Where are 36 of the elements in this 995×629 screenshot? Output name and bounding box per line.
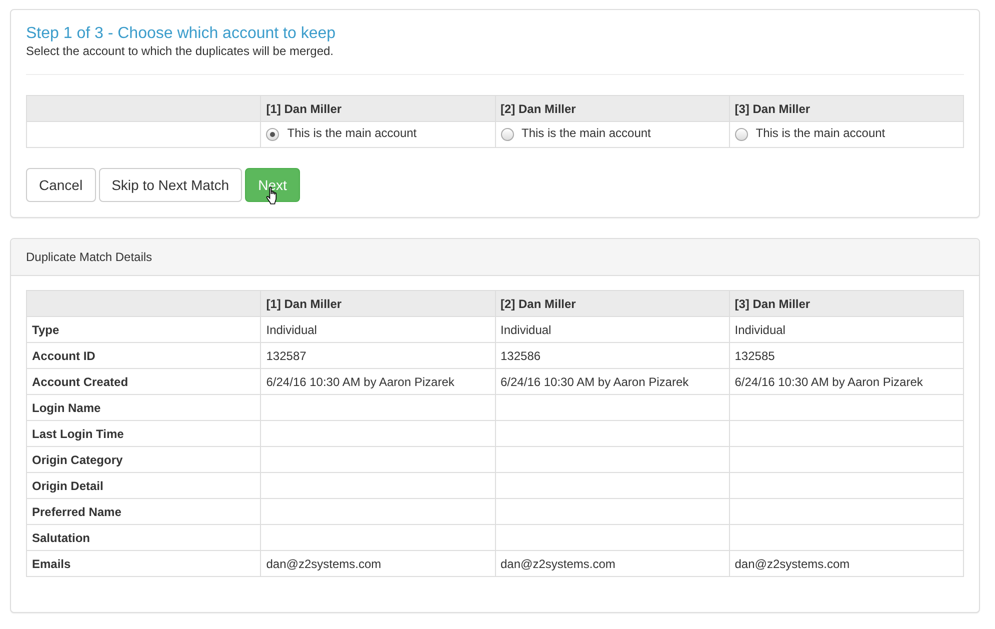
table-cell: 6/24/16 10:30 AM by Aaron Pizarek [729,368,964,394]
radio-button[interactable] [500,128,514,141]
table-cell: dan@z2systems.com [495,550,730,576]
row-label: Origin Detail [26,472,261,498]
radio-button[interactable] [266,128,280,141]
row-label: Preferred Name [26,498,261,524]
table-header-cell: [3] Dan Miller [729,290,964,316]
row-label: Account Created [26,368,261,394]
table-cell: 6/24/16 10:30 AM by Aaron Pizarek [495,368,730,394]
table-cell: 6/24/16 10:30 AM by Aaron Pizarek [260,368,495,394]
radio-button[interactable] [734,128,748,141]
table-cell: Individual [260,316,495,342]
table-cell: dan@z2systems.com [260,550,495,576]
table-cell: 132585 [729,342,964,368]
table-header-cell: [3] Dan Miller [729,96,964,122]
secondary-button[interactable]: Skip to Next Match [98,168,242,202]
row-label: Emails [26,550,261,576]
row-label: Type [26,316,261,342]
row-label: Salutation [26,524,261,550]
row-label: Origin Category [26,446,261,472]
step-instructions: Select the account to which the duplicates will be merged. [26,44,335,58]
row-label: Last Login Time [26,420,261,446]
table-header-cell: [1] Dan Miller [260,96,495,122]
secondary-button[interactable]: Cancel [26,168,96,202]
row-label: Login Name [26,394,261,420]
table-header-cell: [1] Dan Miller [260,290,495,316]
step-title: Step 1 of 3 - Choose which account to keep [26,24,337,44]
table-cell: 132586 [495,342,730,368]
table-cell: Individual [729,316,964,342]
table-cell: 132587 [260,342,495,368]
table-cell: dan@z2systems.com [729,550,964,576]
panel-heading: Duplicate Match Details [26,250,152,264]
table-header-cell: [2] Dan Miller [495,96,730,122]
table-cell: Individual [495,316,730,342]
row-label: Account ID [26,342,261,368]
table-header-cell: [2] Dan Miller [495,290,730,316]
